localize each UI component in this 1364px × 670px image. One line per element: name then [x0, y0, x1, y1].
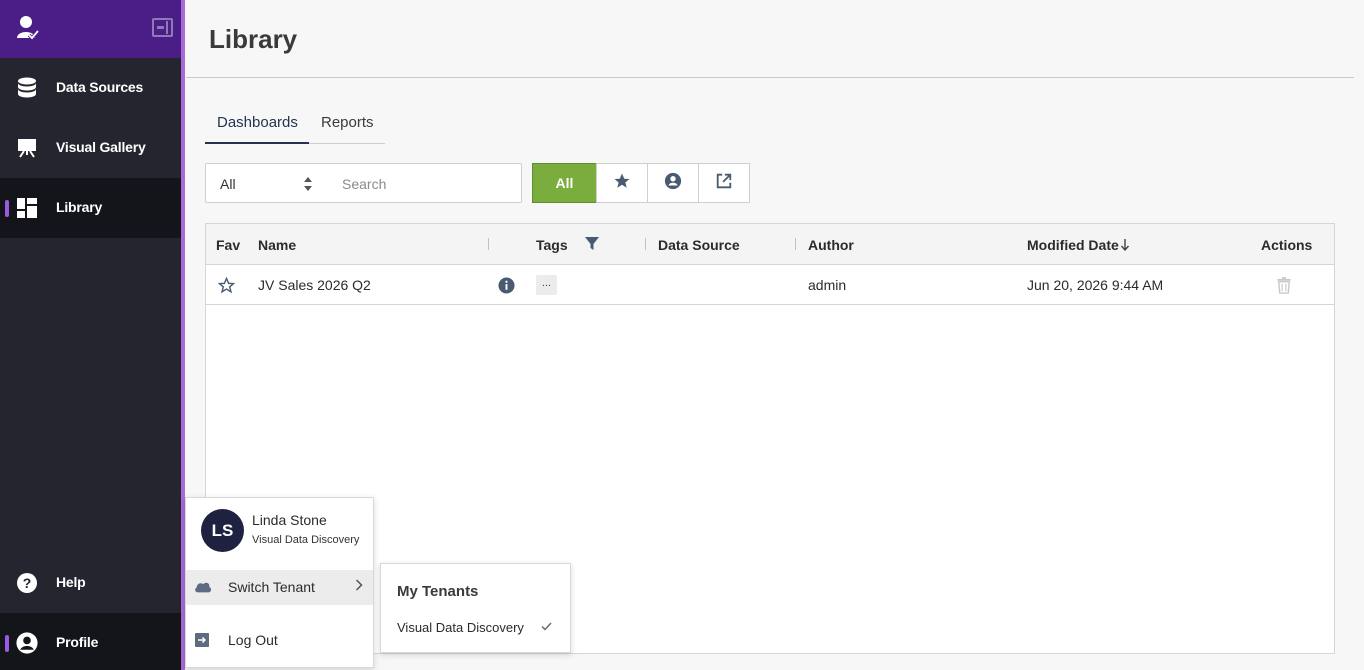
filter-favorites-button[interactable] — [596, 163, 648, 203]
sidebar-item-visual-gallery[interactable]: Visual Gallery — [0, 118, 181, 178]
sort-descending-icon[interactable] — [1120, 238, 1130, 256]
column-resizer[interactable] — [645, 238, 646, 250]
column-header-tags[interactable]: Tags — [536, 237, 568, 253]
menu-item-label: Log Out — [228, 632, 278, 648]
column-header-author[interactable]: Author — [808, 237, 854, 253]
collapse-sidebar-icon[interactable] — [152, 18, 173, 37]
row-name[interactable]: JV Sales 2026 Q2 — [258, 277, 371, 293]
column-header-fav[interactable]: Fav — [216, 237, 240, 253]
avatar: LS — [201, 509, 244, 552]
user-check-logo-icon — [16, 15, 40, 41]
column-header-actions: Actions — [1261, 237, 1313, 253]
page-title: Library — [209, 24, 298, 54]
user-name: Linda Stone — [252, 512, 327, 528]
checkmark-icon — [541, 620, 552, 634]
menu-item-label: Switch Tenant — [228, 579, 315, 595]
cloud-icon — [194, 579, 212, 597]
column-header-modified-date[interactable]: Modified Date — [1027, 237, 1119, 253]
info-icon[interactable] — [498, 277, 515, 299]
table-header: Fav Name Tags Data Source Author Modifie… — [206, 224, 1334, 265]
star-icon — [613, 172, 631, 195]
column-header-data-source[interactable]: Data Source — [658, 237, 740, 253]
sidebar-item-profile[interactable]: Profile — [0, 613, 181, 670]
tenant-submenu: My Tenants Visual Data Discovery — [380, 563, 571, 653]
sidebar-item-help[interactable]: ? Help — [0, 553, 181, 613]
help-icon: ? — [16, 572, 38, 594]
search-input[interactable]: Search — [342, 176, 386, 192]
tenant-option[interactable]: Visual Data Discovery — [397, 620, 524, 635]
user-circle-icon — [664, 172, 682, 195]
svg-text:?: ? — [23, 575, 32, 591]
sidebar-item-label: Visual Gallery — [56, 139, 146, 155]
active-marker — [5, 635, 9, 652]
logout-menu-item[interactable]: Log Out — [186, 623, 373, 658]
filter-shared-button[interactable] — [698, 163, 750, 203]
column-resizer[interactable] — [795, 238, 796, 250]
filter-search-box: All Search — [205, 163, 522, 203]
tab-bar: Dashboards Reports — [205, 108, 385, 144]
user-tenant: Visual Data Discovery — [252, 534, 360, 546]
divider — [186, 77, 1354, 78]
trash-icon[interactable] — [1276, 277, 1292, 299]
column-header-name[interactable]: Name — [258, 237, 296, 253]
row-author: admin — [808, 277, 847, 293]
tenant-submenu-title: My Tenants — [397, 583, 479, 600]
filter-funnel-icon[interactable] — [585, 237, 599, 256]
sidebar-item-data-sources[interactable]: Data Sources — [0, 58, 181, 118]
easel-icon — [16, 137, 38, 159]
type-select[interactable]: All — [220, 176, 236, 192]
profile-icon — [16, 632, 38, 654]
database-icon — [16, 77, 38, 99]
row-modified-date: Jun 20, 2026 9:44 AM — [1027, 277, 1164, 293]
dashboard-icon — [16, 197, 38, 219]
sidebar: Data Sources Visual Gallery Library ? He… — [0, 0, 181, 670]
active-marker — [5, 200, 9, 217]
table-row[interactable]: JV Sales 2026 Q2 ... admin Jun 20, 2026 … — [206, 265, 1334, 305]
filter-all-button[interactable]: All — [532, 163, 597, 203]
sidebar-header — [0, 0, 181, 58]
favorite-star-icon[interactable] — [217, 276, 236, 299]
sidebar-item-label: Profile — [56, 634, 99, 650]
switch-tenant-menu-item[interactable]: Switch Tenant — [186, 570, 373, 605]
sidebar-item-label: Data Sources — [56, 79, 144, 95]
profile-menu: LS Linda Stone Visual Data Discovery Swi… — [185, 497, 374, 668]
column-resizer[interactable] — [488, 238, 489, 250]
active-tab-indicator — [205, 142, 309, 144]
tab-reports[interactable]: Reports — [321, 114, 374, 131]
select-arrows-icon[interactable] — [303, 176, 313, 192]
filter-mine-button[interactable] — [647, 163, 699, 203]
sidebar-item-label: Library — [56, 199, 103, 215]
sidebar-item-label: Help — [56, 574, 86, 590]
sidebar-item-library[interactable]: Library — [0, 178, 181, 238]
library-table: Fav Name Tags Data Source Author Modifie… — [205, 223, 1335, 654]
tags-more-button[interactable]: ... — [536, 275, 557, 295]
external-share-icon — [715, 172, 733, 195]
chevron-right-icon — [355, 578, 363, 594]
tab-dashboards[interactable]: Dashboards — [217, 114, 298, 131]
logout-icon — [194, 632, 212, 650]
